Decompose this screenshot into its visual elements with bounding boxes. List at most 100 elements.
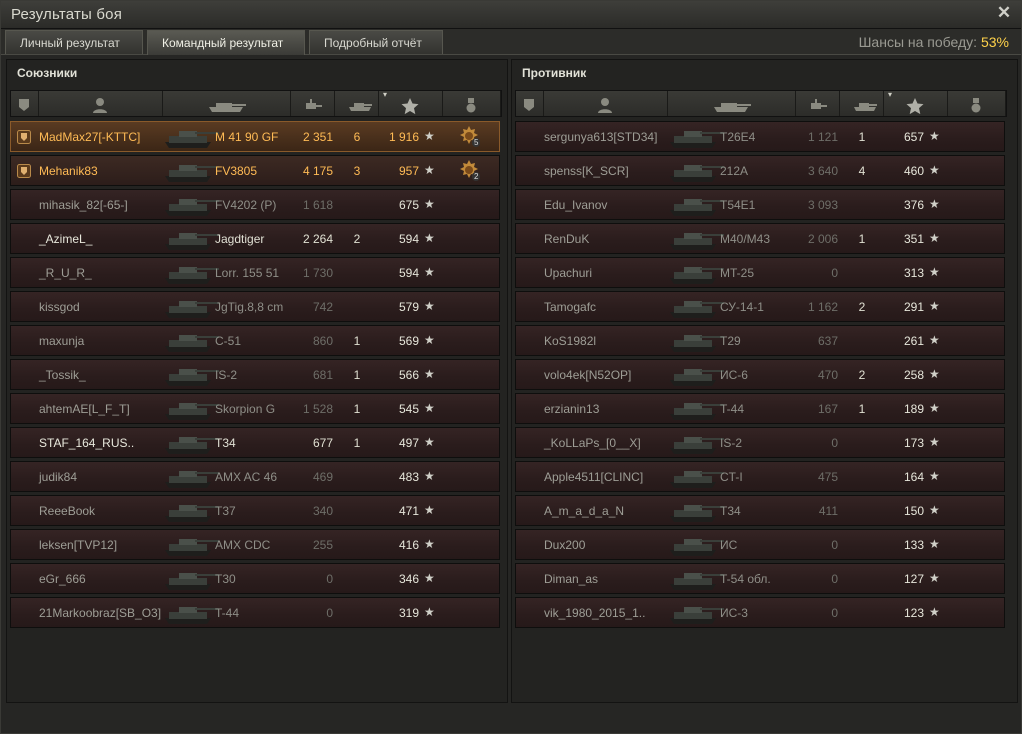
damage-value: 3 640 bbox=[807, 164, 838, 178]
xp-value: 471 bbox=[398, 504, 419, 518]
tank-column-header[interactable] bbox=[668, 91, 796, 116]
xp-star-icon: ★ bbox=[929, 163, 940, 177]
vehicle-icon bbox=[670, 539, 724, 556]
medal-column-header[interactable] bbox=[443, 91, 501, 116]
vehicle-icon bbox=[670, 505, 724, 522]
ally-player-row[interactable]: judik84 AMX AC 46 469 483 ★ bbox=[10, 461, 500, 492]
player-name: Apple4511[CLINC] bbox=[544, 470, 644, 484]
medal-icon[interactable]: 5 bbox=[457, 125, 481, 149]
damage-value: 681 bbox=[312, 368, 333, 382]
ally-player-row[interactable]: mihasik_82[-65-] FV4202 (P) 1 618 675 ★ bbox=[10, 189, 500, 220]
vehicle-icon bbox=[165, 403, 219, 420]
allies-panel: Союзники ▾ MadMax27[-KTTC] M 41 90 GF 2 35… bbox=[6, 59, 508, 703]
enemy-player-row[interactable]: RenDuK M40/M43 2 006 1 351 ★ bbox=[515, 223, 1005, 254]
player-name: A_m_a_d_a_N bbox=[544, 504, 625, 518]
vehicle-icon bbox=[165, 267, 219, 284]
enemy-player-row[interactable]: Apple4511[CLINC] CT-I 475 164 ★ bbox=[515, 461, 1005, 492]
kills-value: 1 bbox=[353, 334, 361, 348]
medal-icon[interactable]: 2 bbox=[457, 159, 481, 183]
platoon-column-header[interactable] bbox=[11, 91, 39, 116]
sort-arrow-icon: ▾ bbox=[888, 90, 893, 99]
damage-value: 2 264 bbox=[302, 232, 333, 246]
tank-column-icon bbox=[209, 103, 246, 112]
enemy-player-row[interactable]: erzianin13 T-44 167 1 189 ★ bbox=[515, 393, 1005, 424]
xp-value: 313 bbox=[903, 266, 924, 280]
vehicle-name: IS-2 bbox=[215, 368, 238, 382]
ally-player-row[interactable]: ahtemAE[L_F_T] Skorpion G 1 528 1 545 ★ bbox=[10, 393, 500, 424]
player-name: _R_U_R_ bbox=[39, 266, 92, 280]
enemy-player-row[interactable]: Dux200 ИС 0 133 ★ bbox=[515, 529, 1005, 560]
player-column-header[interactable] bbox=[39, 91, 163, 116]
ally-player-row[interactable]: leksen[TVP12] AMX CDC 255 416 ★ bbox=[10, 529, 500, 560]
player-column-header[interactable] bbox=[544, 91, 668, 116]
vehicle-icon bbox=[165, 437, 219, 454]
ally-player-row[interactable]: _AzimeL_ Jagdtiger 2 264 2 594 ★ bbox=[10, 223, 500, 254]
enemy-player-row[interactable]: sergunya613[STD34] T26E4 1 121 1 657 ★ bbox=[515, 121, 1005, 152]
tab-detailed-report[interactable]: Подробный отчёт bbox=[309, 30, 443, 54]
platoon-column-header[interactable] bbox=[516, 91, 544, 116]
ally-player-row[interactable]: 21Markoobraz[SB_O3] T-44 0 319 ★ bbox=[10, 597, 500, 628]
vehicle-name: T29 bbox=[720, 334, 741, 348]
tank-column-header[interactable] bbox=[163, 91, 291, 116]
ally-player-row[interactable]: maxunja C-51 860 1 569 ★ bbox=[10, 325, 500, 356]
enemy-player-row[interactable]: KoS1982l T29 637 261 ★ bbox=[515, 325, 1005, 356]
damage-column-header[interactable] bbox=[291, 91, 335, 116]
kills-value: 6 bbox=[353, 130, 361, 144]
ally-player-row[interactable]: STAF_164_RUS.. T34 677 1 497 ★ bbox=[10, 427, 500, 458]
kills-column-header[interactable] bbox=[840, 91, 884, 116]
xp-column-header[interactable]: ▾ bbox=[884, 90, 948, 116]
medal-column-header[interactable] bbox=[948, 91, 1006, 116]
vehicle-icon bbox=[165, 505, 219, 522]
tab-team-result[interactable]: Командный результат bbox=[147, 30, 305, 55]
vehicle-name: T-44 bbox=[215, 606, 240, 620]
enemy-player-row[interactable]: _KoLLaPs_[0__X] IS-2 0 173 ★ bbox=[515, 427, 1005, 458]
xp-star-icon: ★ bbox=[424, 401, 435, 415]
enemy-player-row[interactable]: spenss[K_SCR] 212A 3 640 4 460 ★ bbox=[515, 155, 1005, 186]
damage-value: 742 bbox=[312, 300, 333, 314]
xp-value: 416 bbox=[398, 538, 419, 552]
enemy-player-row[interactable]: vik_1980_2015_1.. ИС-3 0 123 ★ bbox=[515, 597, 1005, 628]
vehicle-name: AMX AC 46 bbox=[215, 470, 278, 484]
vehicle-icon bbox=[670, 403, 724, 420]
damage-value: 475 bbox=[817, 470, 838, 484]
enemies-title: Противник bbox=[522, 66, 587, 80]
vehicle-icon bbox=[670, 471, 724, 488]
enemy-player-row[interactable]: Diman_as T-54 обл. 0 127 ★ bbox=[515, 563, 1005, 594]
ally-player-row[interactable]: Mehanik83 FV3805 4 175 3 957 ★ 2 bbox=[10, 155, 500, 186]
xp-star-icon: ★ bbox=[929, 333, 940, 347]
ally-player-row[interactable]: _R_U_R_ Lorr. 155 51 1 730 594 ★ bbox=[10, 257, 500, 288]
kills-column-header[interactable] bbox=[335, 91, 379, 116]
ally-player-row[interactable]: kissgod JgTig.8,8 cm 742 579 ★ bbox=[10, 291, 500, 322]
enemy-player-row[interactable]: A_m_a_d_a_N T34 411 150 ★ bbox=[515, 495, 1005, 526]
tab-personal-result[interactable]: Личный результат bbox=[5, 30, 143, 54]
xp-value: 164 bbox=[903, 470, 924, 484]
ally-player-row[interactable]: eGr_666 T30 0 346 ★ bbox=[10, 563, 500, 594]
kills-value: 2 bbox=[353, 232, 361, 246]
vehicle-icon bbox=[670, 131, 724, 148]
close-icon[interactable]: ✕ bbox=[995, 4, 1013, 22]
vehicle-name: Skorpion G bbox=[215, 402, 276, 416]
win-chance: Шансы на победу: 53% bbox=[859, 34, 1009, 50]
window-title: Результаты боя bbox=[11, 6, 123, 23]
ally-player-row[interactable]: _Tossik_ IS-2 681 1 566 ★ bbox=[10, 359, 500, 390]
xp-column-header[interactable]: ▾ bbox=[379, 90, 443, 116]
damage-value: 2 351 bbox=[302, 130, 333, 144]
vehicle-icon bbox=[670, 573, 724, 590]
xp-value: 133 bbox=[903, 538, 924, 552]
damage-value: 0 bbox=[831, 538, 838, 552]
ally-player-row[interactable]: MadMax27[-KTTC] M 41 90 GF 2 351 6 1 916 ★ 5 bbox=[10, 121, 500, 152]
xp-value: 657 bbox=[903, 130, 924, 144]
enemy-player-row[interactable]: Tamogafc СУ-14-1 1 162 2 291 ★ bbox=[515, 291, 1005, 322]
player-column-icon bbox=[93, 98, 107, 113]
win-chance-label: Шансы на победу: bbox=[858, 34, 978, 50]
damage-column-header[interactable] bbox=[796, 91, 840, 116]
xp-star-icon: ★ bbox=[929, 469, 940, 483]
enemy-player-row[interactable]: volo4ek[N52OP] ИС-6 470 2 258 ★ bbox=[515, 359, 1005, 390]
allies-header: ▾ bbox=[10, 90, 502, 117]
damage-value: 1 618 bbox=[302, 198, 333, 212]
enemy-player-row[interactable]: Upachuri MT-25 0 313 ★ bbox=[515, 257, 1005, 288]
kills-value: 1 bbox=[353, 368, 361, 382]
ally-player-row[interactable]: ReeeBook T37 340 471 ★ bbox=[10, 495, 500, 526]
kills-value: 1 bbox=[858, 232, 866, 246]
enemy-player-row[interactable]: Edu_Ivanov T54E1 3 093 376 ★ bbox=[515, 189, 1005, 220]
